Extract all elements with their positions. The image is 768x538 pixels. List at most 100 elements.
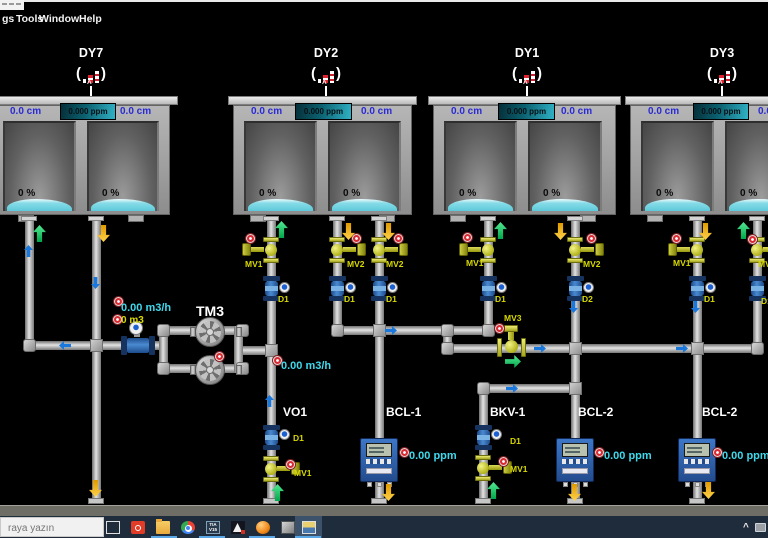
valve-label: MV1 <box>466 258 484 268</box>
level-value: 0.0 cm <box>120 106 152 117</box>
fill-percent: 0 % <box>740 188 758 199</box>
cylinder-bay: 0 % <box>244 121 317 211</box>
totalizer-value: 0 m3 <box>121 315 144 326</box>
orange-app-icon[interactable] <box>256 521 270 534</box>
gauge-icon <box>279 282 290 293</box>
level-value: 0.0 cm <box>758 106 768 117</box>
record-app-icon[interactable] <box>131 521 145 534</box>
pipe-endcap <box>475 498 491 504</box>
fill-percent: 0 % <box>102 188 120 199</box>
flowmeter-bkv-d1[interactable] <box>475 425 492 450</box>
window-title-fragment <box>0 0 24 10</box>
pipe-cross <box>90 339 103 352</box>
gauge-icon <box>491 429 502 440</box>
pipe-tee <box>441 324 454 337</box>
fill-percent: 0 % <box>656 188 674 199</box>
pipe-cross <box>569 342 582 355</box>
valve-label: MV3 <box>504 313 522 323</box>
cylinder-bay: 0 % <box>641 121 714 211</box>
pipe-h-dosing-main <box>443 344 762 353</box>
pipe-cross <box>691 342 704 355</box>
alarm-indicator <box>400 448 409 457</box>
valve-label: MV2 <box>347 259 365 269</box>
alarm-indicator <box>246 234 255 243</box>
alarm-indicator <box>499 457 508 466</box>
alarm-indicator <box>463 233 472 242</box>
menu-item-help[interactable]: Help <box>79 13 102 25</box>
gauge-icon <box>279 429 290 440</box>
meter-label: D1 <box>495 294 506 304</box>
scada-runtime-icon[interactable] <box>302 521 316 534</box>
chrome-icon[interactable] <box>181 521 195 534</box>
tray-chevron-icon[interactable]: ^ <box>743 522 749 533</box>
cylinder-bay: 0 % <box>328 121 401 211</box>
valve-label: MV2 <box>583 259 601 269</box>
gas-ppm-display: 0.000 ppm <box>498 103 555 120</box>
valve-label: MV1 <box>673 258 691 268</box>
flowmeter-vo1-d1[interactable] <box>263 425 280 450</box>
pipe-endcap <box>88 498 104 504</box>
alarm-indicator <box>394 234 403 243</box>
flow-arrow-right <box>505 355 521 368</box>
flow-arrow-up <box>33 225 46 242</box>
analyzer-bcl2-right[interactable] <box>678 438 716 487</box>
search-input[interactable] <box>6 522 106 535</box>
station-label-vo1: VO1 <box>283 405 308 419</box>
menu-bar: gs Tools Window Help <box>0 10 768 29</box>
cylinder-bay: 0 % <box>444 121 517 211</box>
pipe-elbow <box>482 324 495 337</box>
cylinder-bay: 0 % <box>3 121 76 211</box>
valve-label: MV2 <box>758 259 768 269</box>
fill-percent: 0 % <box>259 188 277 199</box>
analyzer-bcl2-mid[interactable] <box>556 438 594 487</box>
alarm-indicator <box>286 460 295 469</box>
gas-ppm-display: 0.000 ppm <box>693 103 749 120</box>
residual-value: 0.00 ppm <box>604 450 652 462</box>
pipe-cross <box>373 324 386 337</box>
tray-keyboard-icon[interactable] <box>755 523 766 532</box>
valve-label: MV2 <box>386 259 404 269</box>
pipe-h-bkv-branch <box>479 384 580 393</box>
meter-label: D1 <box>278 294 289 304</box>
gauge-icon <box>387 282 398 293</box>
pump-tm3-a[interactable] <box>195 317 225 347</box>
gas-ppm-display: 0.000 ppm <box>295 103 352 120</box>
level-value: 0.0 cm <box>361 106 393 117</box>
alarm-indicator <box>495 324 504 333</box>
fill-percent: 0 % <box>543 188 561 199</box>
pipe-dy7-right <box>92 221 101 502</box>
meter-label: D1 <box>386 294 397 304</box>
menu-item-window[interactable]: Window <box>39 13 79 25</box>
server-app-icon[interactable] <box>281 521 295 534</box>
cylinder-bay: 0 % <box>528 121 602 211</box>
flow-arrow-down <box>554 223 567 240</box>
station-label-bcl2-right: BCL-2 <box>702 405 738 419</box>
station-label-bcl2-mid: BCL-2 <box>578 405 614 419</box>
meter-label: D1 <box>293 433 304 443</box>
unit-label-dy7: DY7 <box>78 46 104 60</box>
file-explorer-icon[interactable] <box>156 519 170 534</box>
meter-label: D1 <box>704 294 715 304</box>
gauge-icon <box>583 282 594 293</box>
unit-label-dy3: DY3 <box>709 46 735 60</box>
gauge-icon <box>496 282 507 293</box>
station-label-tm3: TM3 <box>196 303 224 319</box>
unit-label-dy2: DY2 <box>313 46 339 60</box>
level-value: 0.0 cm <box>10 106 42 117</box>
window-top-edge <box>0 0 768 2</box>
pipe-h-dosing-upper <box>333 326 493 335</box>
residual-value: 0.00 ppm <box>722 450 768 462</box>
flow-arrow-up <box>494 222 507 239</box>
pipe-tee <box>569 382 582 395</box>
gauge-icon <box>705 282 716 293</box>
valve-label: MV1 <box>510 464 528 474</box>
valve-label: MV1 <box>245 259 263 269</box>
graphics-app-icon[interactable] <box>231 521 245 534</box>
window-status-strip <box>0 505 768 516</box>
task-view-icon[interactable] <box>106 521 120 534</box>
menu-item-tags[interactable]: gs <box>2 13 14 25</box>
taskbar-search[interactable] <box>0 517 106 537</box>
alarm-indicator <box>595 448 604 457</box>
analyzer-bcl1[interactable] <box>360 438 398 487</box>
tia-portal-icon[interactable]: TIA V15 <box>206 521 220 534</box>
